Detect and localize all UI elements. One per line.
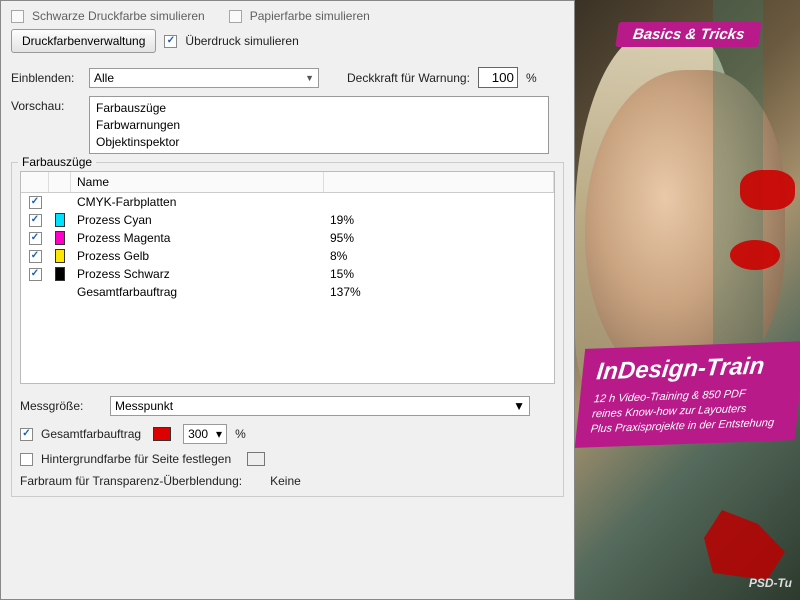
opacity-unit: % xyxy=(526,71,537,85)
table-body[interactable]: CMYK-Farbplatten Prozess Cyan19% Prozess… xyxy=(21,193,554,383)
table-row: Gesamtfarbauftrag137% xyxy=(21,283,554,301)
measure-select[interactable]: Messpunkt▼ xyxy=(110,396,530,416)
output-preview-panel: Schwarze Druckfarbe simulieren Papierfar… xyxy=(0,0,575,600)
promo-cover: Basics & Tricks InDesign-Train 12 h Vide… xyxy=(575,0,800,600)
table-row: CMYK-Farbplatten xyxy=(21,193,554,211)
sim-paper-checkbox[interactable] xyxy=(229,10,242,23)
bg-color-swatch[interactable] xyxy=(247,452,265,466)
transparency-value: Keine xyxy=(270,474,301,488)
row-checkbox[interactable] xyxy=(29,250,42,263)
blend-value: Alle xyxy=(94,71,114,85)
list-item[interactable]: Farbwarnungen xyxy=(96,117,542,134)
cyan-swatch xyxy=(55,213,65,227)
promo-banner: InDesign-Train 12 h Video-Training & 850… xyxy=(575,341,800,447)
preview-listbox[interactable]: Farbauszüge Farbwarnungen Objektinspekto… xyxy=(89,96,549,154)
list-item[interactable]: Farbauszüge xyxy=(96,100,542,117)
overprint-checkbox[interactable] xyxy=(164,35,177,48)
black-swatch xyxy=(55,267,65,281)
magenta-swatch xyxy=(55,231,65,245)
blend-select[interactable]: Alle ▼ xyxy=(89,68,319,88)
total-ink-label: Gesamtfarbauftrag xyxy=(41,427,141,441)
transparency-label: Farbraum für Transparenz-Überblendung: xyxy=(20,474,242,488)
row-checkbox[interactable] xyxy=(29,232,42,245)
promo-footer: PSD-Tu xyxy=(749,576,792,590)
separations-group: Farbauszüge Name CMYK-Farbplatten Prozes… xyxy=(11,162,564,497)
table-row: Prozess Gelb8% xyxy=(21,247,554,265)
total-ink-input[interactable]: 300▾ xyxy=(183,424,227,444)
warning-color-chip[interactable] xyxy=(153,427,171,441)
blend-label: Einblenden: xyxy=(11,71,81,85)
total-ink-checkbox[interactable] xyxy=(20,428,33,441)
sim-black-checkbox[interactable] xyxy=(11,10,24,23)
table-row: Prozess Cyan19% xyxy=(21,211,554,229)
yellow-swatch xyxy=(55,249,65,263)
sim-black-label: Schwarze Druckfarbe simulieren xyxy=(32,9,205,23)
list-item[interactable]: Objektinspektor xyxy=(96,134,542,151)
col-name: Name xyxy=(71,172,324,192)
promo-title: InDesign-Train xyxy=(595,352,794,387)
opacity-label: Deckkraft für Warnung: xyxy=(347,71,470,85)
row-checkbox[interactable] xyxy=(29,196,42,209)
sim-paper-label: Papierfarbe simulieren xyxy=(250,9,370,23)
promo-badge: Basics & Tricks xyxy=(615,22,762,47)
bg-color-label: Hintergrundfarbe für Seite festlegen xyxy=(41,452,231,466)
table-row: Prozess Magenta95% xyxy=(21,229,554,247)
overprint-label: Überdruck simulieren xyxy=(185,34,298,48)
table-row: Prozess Schwarz15% xyxy=(21,265,554,283)
total-ink-unit: % xyxy=(235,427,246,441)
chevron-down-icon: ▼ xyxy=(513,399,525,413)
ink-manager-button[interactable]: Druckfarbenverwaltung xyxy=(11,29,156,53)
opacity-input[interactable] xyxy=(478,67,518,88)
chevron-down-icon: ▼ xyxy=(305,73,314,83)
row-checkbox[interactable] xyxy=(29,268,42,281)
separations-table: Name CMYK-Farbplatten Prozess Cyan19% Pr… xyxy=(20,171,555,384)
chevron-down-icon: ▾ xyxy=(216,427,222,441)
bg-color-checkbox[interactable] xyxy=(20,453,33,466)
row-checkbox[interactable] xyxy=(29,214,42,227)
group-title: Farbauszüge xyxy=(18,155,96,169)
measure-label: Messgröße: xyxy=(20,399,102,413)
preview-label: Vorschau: xyxy=(11,96,81,113)
